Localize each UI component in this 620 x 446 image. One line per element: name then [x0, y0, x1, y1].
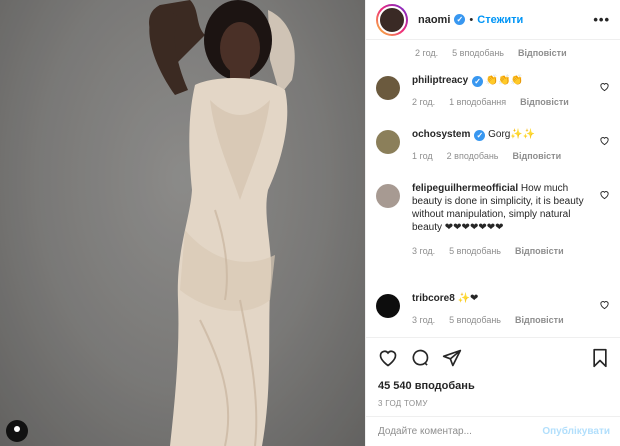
comment-item: philiptreacy ✓ 👏👏👏 2 год. 1 вподобання Ві…	[376, 74, 610, 109]
comment-meta: 3 год. 5 вподобань Відповісти	[412, 245, 588, 258]
like-heart-icon[interactable]	[378, 348, 398, 368]
like-comment-heart-icon[interactable]	[599, 299, 610, 310]
reply-button[interactable]: Відповісти	[515, 245, 564, 258]
post-photo[interactable]	[0, 0, 365, 446]
comments-list[interactable]: 2 год. 5 вподобань Відповісти philiptrea…	[366, 40, 620, 335]
follow-button[interactable]: Стежити	[477, 14, 523, 26]
like-comment-heart-icon[interactable]	[599, 81, 610, 92]
verified-badge-icon: ✓	[474, 130, 486, 141]
post-side-panel: naomi ✓ • Стежити ••• 2 год. 5 вподобань…	[365, 0, 620, 446]
comment-text: ✨❤	[457, 293, 479, 304]
likes-count[interactable]: 45 540 вподобань	[378, 380, 610, 392]
comment-item: ochosystem ✓ Gorg✨✨ 1 год 2 вподобань Від…	[376, 128, 610, 163]
separator-dot: •	[469, 13, 474, 26]
like-comment-heart-icon[interactable]	[599, 189, 610, 200]
comment-time: 3 год.	[412, 315, 436, 325]
commenter-username[interactable]: ochosystem	[412, 129, 470, 140]
post-timestamp[interactable]: 3 ГОД ТОМУ	[378, 399, 610, 408]
user-tag-icon[interactable]	[6, 420, 28, 442]
comment-likes[interactable]: 5 вподобань	[449, 314, 501, 327]
verified-badge-icon: ✓	[472, 76, 484, 87]
comment-time: 1 год	[412, 151, 433, 161]
author-avatar[interactable]	[376, 3, 408, 36]
comment-time: 3 год.	[412, 246, 436, 256]
commenter-avatar[interactable]	[376, 184, 400, 208]
reply-button[interactable]: Відповісти	[513, 150, 562, 163]
comment-item: felipeguilhermeofficial How much beauty …	[376, 182, 610, 258]
comment-meta: 2 год. 1 вподобання Відповісти	[412, 96, 588, 109]
author-username[interactable]: naomi	[418, 14, 450, 26]
add-comment-bar: Опублікувати	[366, 416, 620, 446]
comment-meta: 3 год. 5 вподобань Відповісти	[412, 314, 588, 327]
share-paper-plane-icon[interactable]	[442, 348, 462, 368]
commenter-avatar[interactable]	[376, 294, 400, 318]
comment-bubble-icon[interactable]	[410, 348, 430, 368]
comment-text: 👏👏👏	[485, 75, 524, 86]
comment-text: Gorg✨✨	[488, 129, 536, 140]
comment-likes[interactable]: 2 вподобань	[447, 150, 499, 163]
comment-input[interactable]	[378, 426, 543, 437]
commenter-username[interactable]: felipeguilhermeofficial	[412, 183, 518, 194]
post-actions: 45 540 вподобань 3 ГОД ТОМУ	[366, 337, 620, 408]
photo-illustration	[0, 0, 365, 446]
reply-button[interactable]: Відповісти	[520, 96, 569, 109]
comment-meta: 2 год. 5 вподобань Відповісти	[415, 48, 567, 58]
more-options-icon[interactable]: •••	[593, 12, 610, 27]
comment-time: 2 год.	[412, 97, 436, 107]
post-header: naomi ✓ • Стежити •••	[366, 0, 620, 40]
comment-likes[interactable]: 5 вподобань	[449, 245, 501, 258]
comment-time: 2 год.	[415, 48, 439, 58]
comment-meta: 1 год 2 вподобань Відповісти	[412, 150, 588, 163]
comment-likes[interactable]: 5 вподобань	[452, 48, 504, 58]
comment-item: tribcore8 ✨❤ 3 год. 5 вподобань Відповіс…	[376, 292, 610, 327]
commenter-username[interactable]: tribcore8	[412, 293, 455, 304]
reply-button[interactable]: Відповісти	[515, 314, 564, 327]
commenter-avatar[interactable]	[376, 130, 400, 154]
commenter-avatar[interactable]	[376, 76, 400, 100]
bookmark-icon[interactable]	[590, 348, 610, 368]
comment-likes[interactable]: 1 вподобання	[449, 96, 506, 109]
publish-button[interactable]: Опублікувати	[542, 426, 610, 437]
verified-badge-icon: ✓	[454, 14, 466, 25]
commenter-username[interactable]: philiptreacy	[412, 75, 468, 86]
reply-button[interactable]: Відповісти	[518, 48, 567, 58]
like-comment-heart-icon[interactable]	[599, 135, 610, 146]
